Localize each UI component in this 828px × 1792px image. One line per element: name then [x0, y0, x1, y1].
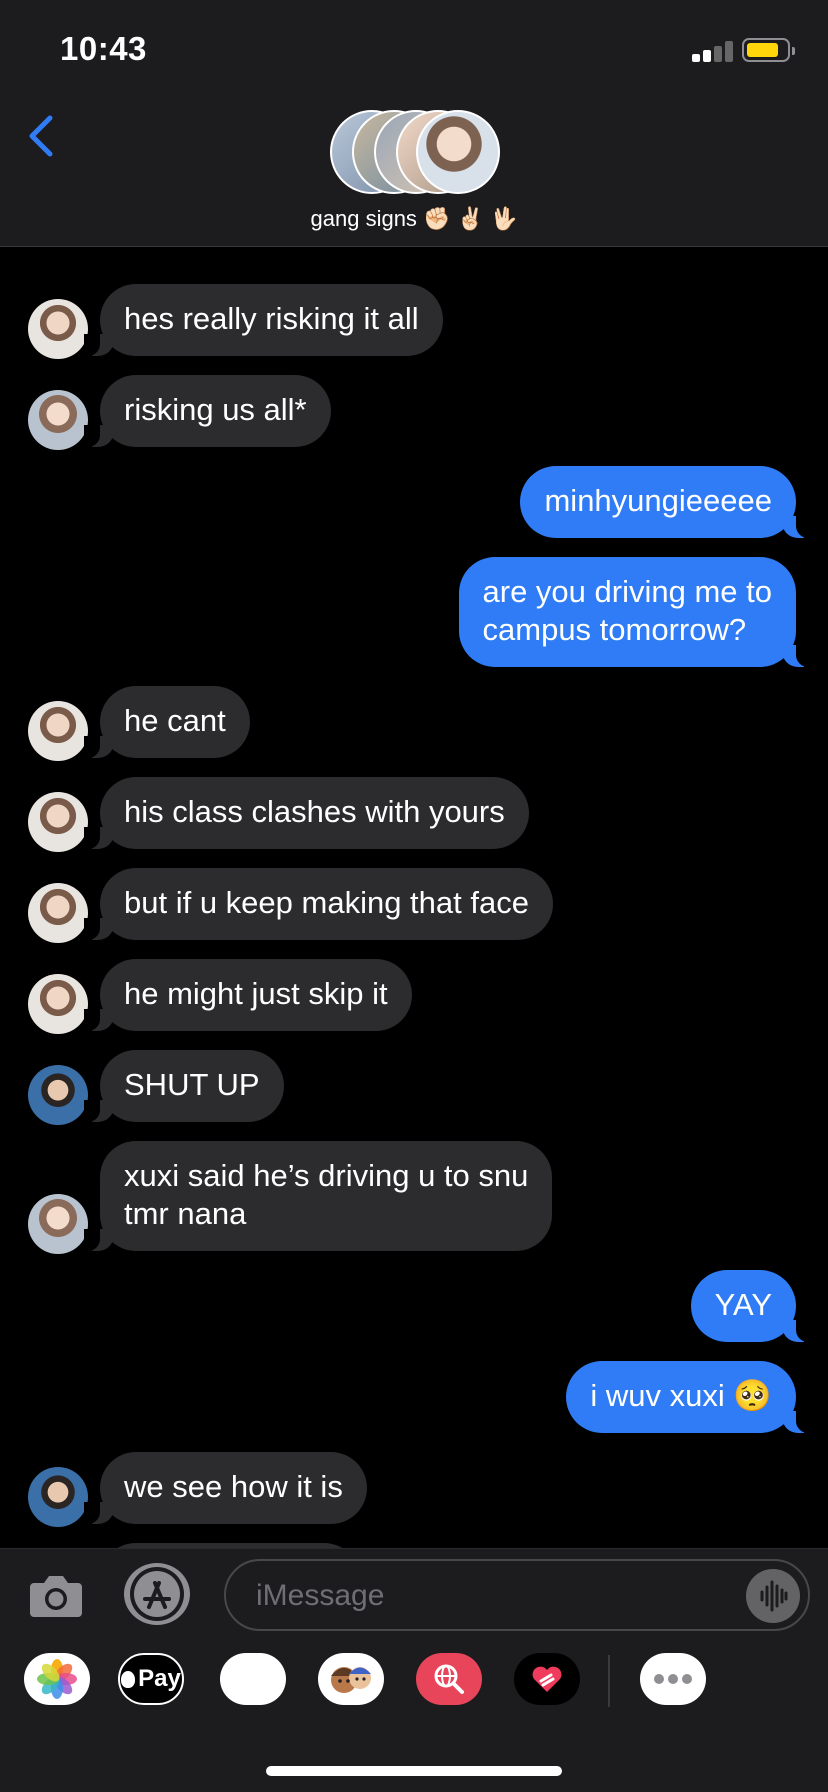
heart-touch-icon	[532, 1666, 562, 1692]
animoji-app[interactable]: 🐵	[220, 1653, 286, 1705]
message-input-placeholder: iMessage	[256, 1579, 385, 1612]
battery-icon	[742, 38, 795, 62]
memoji-icon	[331, 1667, 371, 1693]
camera-icon	[30, 1576, 82, 1617]
composer: iMessage Pay 🐵	[0, 1548, 828, 1792]
avatar	[28, 1467, 88, 1527]
message-bubble-incoming[interactable]: but if u keep making that face	[84, 868, 553, 940]
avatar	[28, 974, 88, 1034]
apple-pay-label: Pay	[138, 1665, 181, 1692]
photos-app[interactable]	[24, 1653, 90, 1705]
home-indicator[interactable]	[266, 1766, 562, 1776]
message-bubble-outgoing[interactable]: YAY	[690, 1270, 813, 1342]
monkey-icon: 🐵	[232, 1658, 274, 1699]
waveform-icon	[760, 1580, 788, 1612]
group-avatars[interactable]	[330, 110, 500, 196]
message-bubble-outgoing[interactable]: minhyungieeeee	[520, 466, 812, 538]
message-bubble-incoming[interactable]: we see how it is	[84, 1452, 367, 1524]
avatar	[28, 883, 88, 943]
photos-icon	[37, 1659, 77, 1699]
digital-touch-app[interactable]	[514, 1653, 580, 1705]
memoji-app[interactable]	[318, 1653, 384, 1705]
audio-message-button[interactable]	[746, 1569, 800, 1623]
group-title[interactable]: gang signs ✊🏻 ✌🏻 🖖🏻	[0, 206, 828, 232]
message-bubble-outgoing[interactable]: i wuv xuxi 🥺	[566, 1361, 812, 1433]
more-apps-button[interactable]	[640, 1653, 706, 1705]
conversation-header: 10:43 gang signs ✊🏻 ✌🏻 🖖🏻	[0, 0, 828, 247]
app-store-button[interactable]	[124, 1563, 190, 1625]
camera-button[interactable]	[28, 1569, 84, 1621]
message-bubble-incoming[interactable]: SHUT UP	[84, 1050, 284, 1122]
message-bubble-incoming[interactable]: he might just skip it	[84, 959, 412, 1031]
avatar	[416, 110, 500, 194]
globe-search-icon	[434, 1664, 464, 1694]
avatar	[28, 1194, 88, 1254]
message-bubble-incoming[interactable]: he cant	[84, 686, 250, 758]
message-bubble-outgoing[interactable]: are you driving me to campus tomorrow?	[458, 557, 813, 667]
apple-logo-icon	[121, 1670, 136, 1688]
avatar	[28, 701, 88, 761]
app-drawer: Pay 🐵	[0, 1653, 828, 1743]
cellular-signal-icon	[692, 40, 733, 62]
avatar	[28, 1065, 88, 1125]
back-button[interactable]	[22, 112, 62, 160]
message-bubble-incoming[interactable]: risking us all*	[84, 375, 331, 447]
group-name-text: gang signs	[310, 206, 417, 231]
message-bubble-incoming[interactable]: his class clashes with yours	[84, 777, 529, 849]
drawer-divider	[608, 1655, 610, 1707]
app-store-icon	[130, 1567, 184, 1621]
message-bubble-incoming[interactable]: xuxi said he’s driving u to snu tmr nana	[83, 1141, 553, 1251]
avatar	[28, 390, 88, 450]
group-emojis: ✊🏻 ✌🏻 🖖🏻	[423, 206, 518, 231]
web-images-app[interactable]	[416, 1653, 482, 1705]
more-icon	[654, 1674, 692, 1684]
avatar	[28, 299, 88, 359]
message-bubble-incoming[interactable]: hes really risking it all	[84, 284, 443, 356]
apple-pay-app[interactable]: Pay	[118, 1653, 184, 1705]
avatar	[28, 792, 88, 852]
chevron-left-icon	[29, 115, 53, 157]
message-input[interactable]: iMessage	[224, 1559, 810, 1631]
status-time: 10:43	[60, 30, 147, 67]
